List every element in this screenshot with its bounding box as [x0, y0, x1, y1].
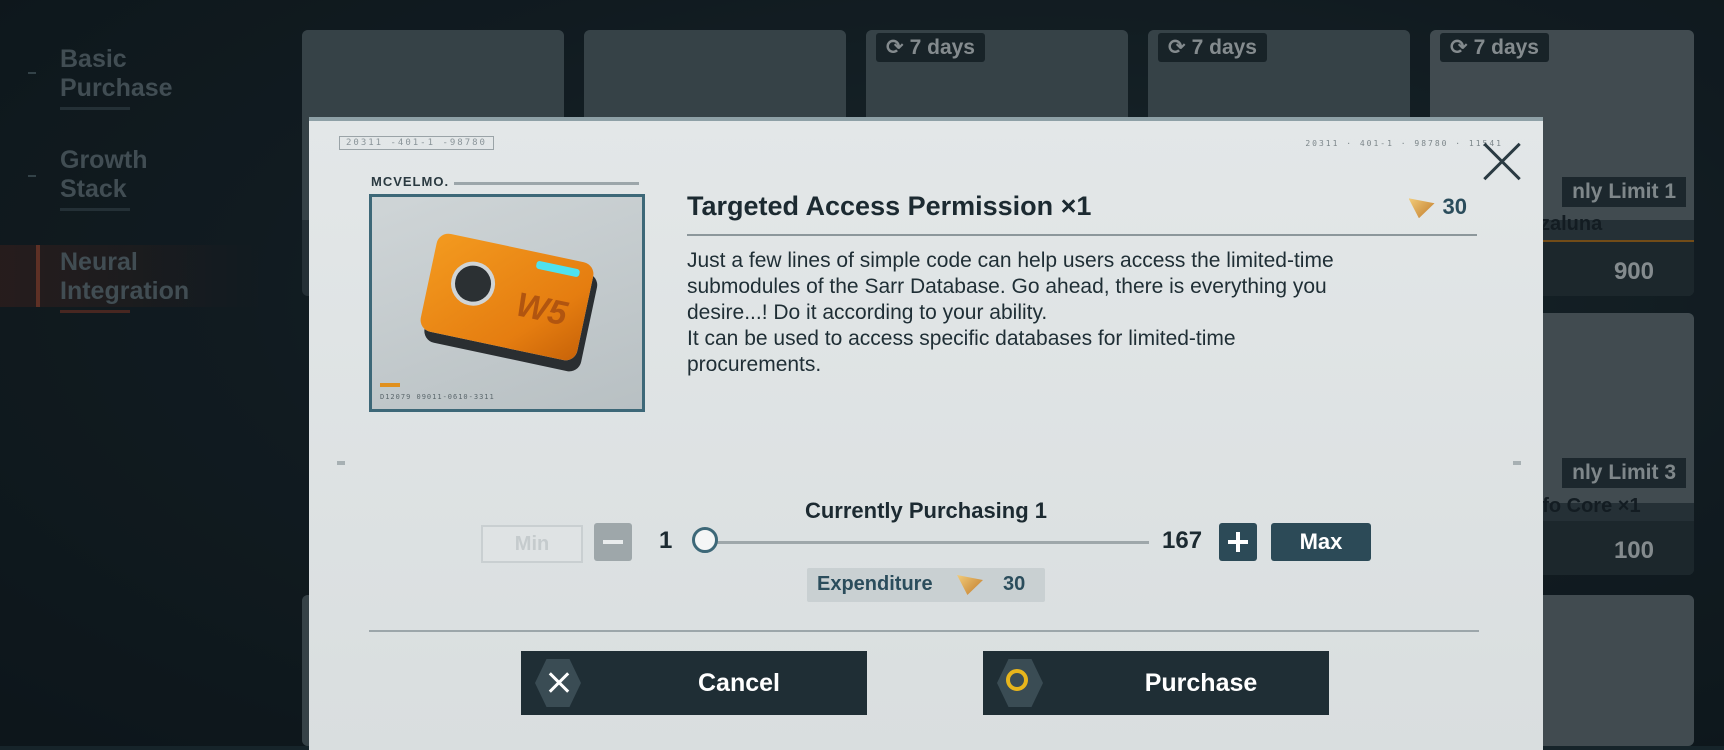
purchase-button[interactable]: Purchase [983, 651, 1329, 715]
quantity-min-value: 1 [659, 527, 673, 554]
card-light [535, 260, 581, 278]
purchase-dialog: 20311 -401-1 -98780 20311 · 401-1 · 9878… [309, 117, 1543, 750]
minus-icon[interactable] [594, 523, 632, 561]
card-logo: W5 [512, 285, 571, 334]
item-image: W5 D12079 09011-0610-3311 [369, 194, 645, 412]
footer-divider [369, 630, 1479, 632]
expenditure-label: Expenditure [817, 573, 933, 595]
slider-handle[interactable] [692, 527, 718, 553]
expenditure-box: Expenditure 30 [807, 568, 1045, 602]
access-card-illustration: W5 [418, 231, 596, 363]
close-icon[interactable] [1479, 139, 1525, 185]
item-price: 30 [1408, 194, 1467, 220]
quantity-label: Currently Purchasing 1 [804, 498, 1048, 523]
currency-icon [957, 575, 983, 595]
item-code: D12079 09011-0610-3311 [380, 393, 495, 401]
cancel-label: Cancel [698, 669, 780, 697]
cancel-button[interactable]: Cancel [521, 651, 867, 715]
item-title: Targeted Access Permission ×1 [687, 191, 1092, 221]
serial-code: 20311 -401-1 -98780 [339, 136, 494, 150]
quantity-max-value: 167 [1162, 527, 1203, 554]
min-button[interactable]: Min [481, 525, 583, 563]
cancel-x-icon [546, 668, 572, 696]
serial-code: 20311 · 401-1 · 98780 · 11541 [1305, 139, 1503, 148]
item-description: Just a few lines of simple code can help… [687, 249, 1334, 376]
max-button[interactable]: Max [1271, 523, 1371, 561]
purchase-label: Purchase [1144, 669, 1258, 697]
image-accent [380, 383, 400, 387]
purchase-circle-icon [1006, 669, 1028, 691]
brand-rule [454, 182, 639, 185]
plus-icon[interactable] [1219, 523, 1257, 561]
currency-icon [1408, 198, 1435, 219]
card-chip [446, 257, 500, 310]
side-tick [337, 461, 345, 465]
expenditure-value: 30 [1003, 573, 1026, 595]
brand-label: MCVELMO. [371, 174, 450, 189]
title-divider [687, 234, 1477, 236]
quantity-slider[interactable] [709, 541, 1149, 544]
price-value: 30 [1442, 194, 1467, 219]
side-tick [1513, 461, 1521, 465]
